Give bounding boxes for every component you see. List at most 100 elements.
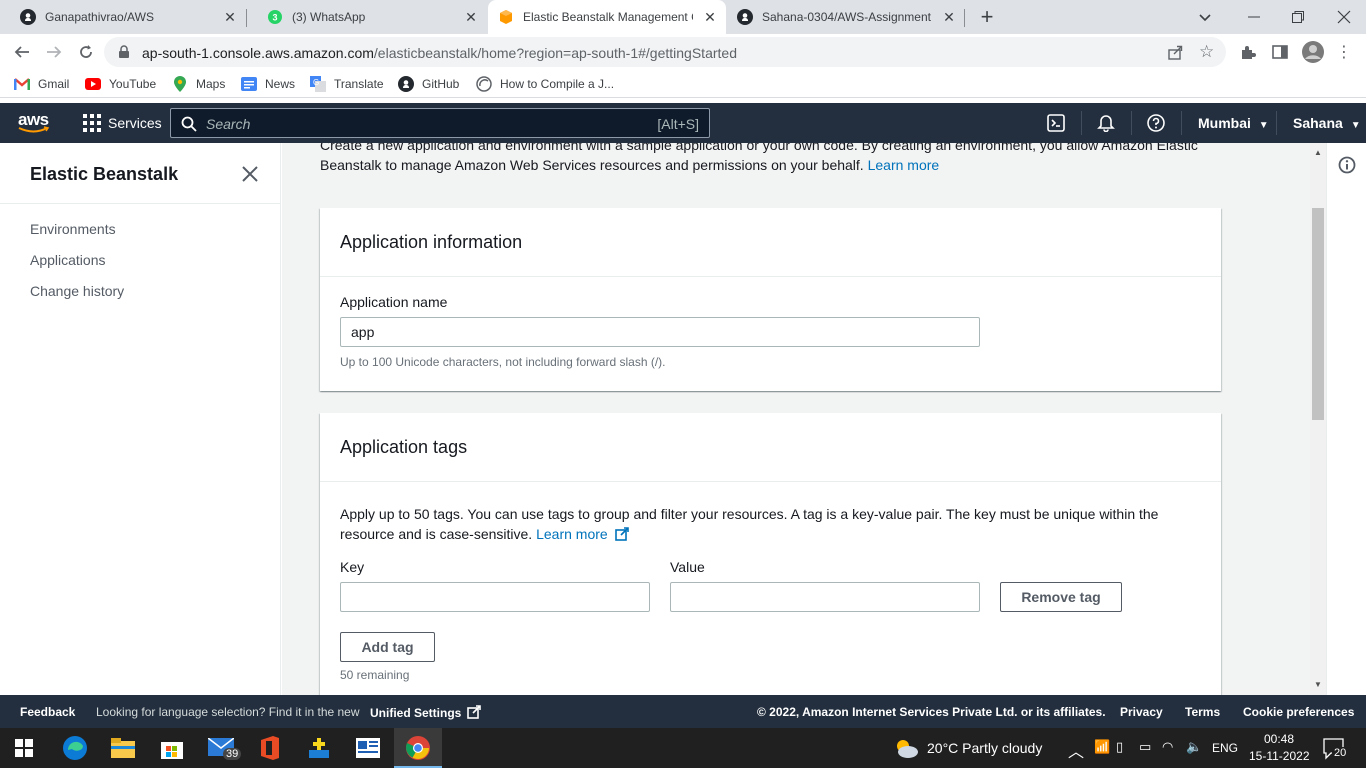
share-icon[interactable] bbox=[1167, 44, 1183, 60]
game-app-icon[interactable] bbox=[305, 734, 333, 762]
bookmark-star-icon[interactable]: ☆ bbox=[1199, 43, 1217, 61]
network-icon[interactable]: 📶 bbox=[1094, 739, 1110, 755]
aws-logo[interactable]: aws bbox=[18, 110, 50, 134]
windows-start-icon[interactable] bbox=[10, 734, 38, 762]
learn-more-link[interactable]: Learn more bbox=[536, 526, 608, 542]
extensions-icon[interactable] bbox=[1238, 42, 1258, 62]
remove-tag-button[interactable]: Remove tag bbox=[1000, 582, 1122, 612]
language-indicator[interactable]: ENG bbox=[1212, 741, 1238, 755]
bookmark-github[interactable]: GitHub bbox=[398, 76, 459, 92]
browser-tab-active[interactable]: Elastic Beanstalk Management C ✕ bbox=[488, 0, 726, 34]
new-tab-icon[interactable]: + bbox=[977, 6, 997, 28]
tag-key-input[interactable] bbox=[340, 582, 650, 612]
store-icon[interactable] bbox=[158, 734, 186, 762]
nav-divider bbox=[1081, 111, 1082, 135]
windows-taskbar: 39 20°C Partly cloudy ︿ 📶 ▯ ▭ ◠ 🔈 ENG 00… bbox=[0, 728, 1366, 768]
aws-search-input[interactable]: Search [Alt+S] bbox=[170, 108, 710, 138]
close-tab-icon[interactable]: ✕ bbox=[702, 9, 718, 25]
weather-text[interactable]: 20°C Partly cloudy bbox=[927, 740, 1042, 756]
taskbar-chrome-active[interactable] bbox=[394, 728, 442, 768]
url-bar[interactable]: ap-south-1.console.aws.amazon.com/elasti… bbox=[104, 37, 1226, 67]
address-bar-row: ap-south-1.console.aws.amazon.com/elasti… bbox=[0, 34, 1366, 70]
account-menu[interactable]: Sahana ▼ bbox=[1293, 115, 1361, 131]
volume-icon[interactable]: 🔈 bbox=[1186, 739, 1202, 755]
info-icon[interactable] bbox=[1338, 156, 1356, 174]
forward-icon[interactable] bbox=[44, 42, 64, 62]
whatsapp-badge: 3 bbox=[272, 13, 277, 23]
tab-title: Elastic Beanstalk Management C bbox=[523, 10, 693, 24]
sidebar-item-environments[interactable]: Environments bbox=[30, 221, 116, 237]
external-link-icon[interactable] bbox=[614, 526, 629, 541]
add-tag-button[interactable]: Add tag bbox=[340, 632, 435, 662]
browser-menu-icon[interactable]: ⋮ bbox=[1334, 42, 1354, 62]
scrollbar-thumb[interactable] bbox=[1312, 208, 1324, 420]
side-panel-icon[interactable] bbox=[1270, 42, 1290, 62]
bookmark-youtube[interactable]: YouTube bbox=[85, 76, 156, 92]
close-tab-icon[interactable]: ✕ bbox=[222, 9, 238, 25]
panel-title: Application information bbox=[340, 232, 523, 252]
file-explorer-icon[interactable] bbox=[109, 734, 137, 762]
privacy-link[interactable]: Privacy bbox=[1120, 705, 1163, 719]
help-icon[interactable] bbox=[1146, 113, 1166, 133]
office-icon[interactable] bbox=[256, 734, 284, 762]
side-navigation: Elastic Beanstalk Environments Applicati… bbox=[0, 143, 281, 695]
close-tab-icon[interactable]: ✕ bbox=[941, 9, 957, 25]
scroll-down-icon[interactable]: ▼ bbox=[1314, 680, 1322, 689]
unified-settings-link[interactable]: Unified Settings bbox=[370, 705, 481, 720]
bookmark-label: GitHub bbox=[422, 77, 460, 91]
battery-icon[interactable]: ▯ bbox=[1116, 739, 1123, 755]
notifications-icon[interactable]: 20 bbox=[1323, 738, 1349, 760]
edge-icon[interactable] bbox=[61, 734, 89, 762]
browser-tab[interactable]: 3 (3) WhatsApp ✕ bbox=[247, 0, 487, 34]
region-selector[interactable]: Mumbai ▼ bbox=[1198, 115, 1269, 131]
chevron-up-icon[interactable]: ︿ bbox=[1068, 738, 1084, 762]
wifi-icon[interactable]: ◠ bbox=[1162, 739, 1173, 755]
services-menu-button[interactable]: Services bbox=[83, 114, 162, 132]
back-icon[interactable] bbox=[12, 42, 32, 62]
bookmark-translate[interactable]: G Translate bbox=[310, 76, 384, 92]
bell-icon[interactable] bbox=[1096, 113, 1116, 133]
clock-date[interactable]: 15-11-2022 bbox=[1249, 749, 1310, 763]
tab-search-icon[interactable] bbox=[1196, 8, 1214, 26]
browser-tab[interactable]: Sahana-0304/AWS-Assignment ✕ bbox=[727, 0, 965, 34]
reload-icon[interactable] bbox=[76, 42, 96, 62]
notifications-badge: 20 bbox=[1332, 747, 1349, 759]
weather-icon[interactable] bbox=[893, 734, 919, 762]
learn-more-link[interactable]: Learn more bbox=[868, 157, 940, 173]
restore-icon[interactable] bbox=[1289, 8, 1307, 26]
display-icon[interactable]: ▭ bbox=[1139, 739, 1151, 755]
minimize-icon[interactable] bbox=[1245, 8, 1263, 26]
tag-value-input[interactable] bbox=[670, 582, 980, 612]
bookmark-gmail[interactable]: Gmail bbox=[14, 76, 69, 92]
clock-time[interactable]: 00:48 bbox=[1264, 732, 1294, 746]
mail-icon[interactable]: 39 bbox=[207, 734, 242, 762]
scroll-up-icon[interactable]: ▲ bbox=[1314, 148, 1322, 157]
terms-link[interactable]: Terms bbox=[1185, 705, 1220, 719]
bookmarks-bar: Gmail YouTube Maps News G Translate GitH… bbox=[0, 70, 1366, 98]
sidebar-title[interactable]: Elastic Beanstalk bbox=[30, 164, 178, 185]
key-label: Key bbox=[340, 559, 365, 575]
cloudshell-icon[interactable] bbox=[1046, 113, 1066, 133]
aws-top-nav: aws Services Search [Alt+S] Mumbai ▼ Sah… bbox=[0, 103, 1366, 143]
tags-description-text: resource and is case-sensitive. bbox=[340, 526, 533, 542]
sidebar-item-applications[interactable]: Applications bbox=[30, 252, 106, 268]
bookmark-news[interactable]: News bbox=[241, 76, 295, 92]
bookmark-label: YouTube bbox=[109, 77, 157, 91]
cookie-preferences-link[interactable]: Cookie preferences bbox=[1243, 705, 1354, 719]
lock-icon[interactable] bbox=[118, 45, 130, 59]
panel-header: Application tags bbox=[320, 413, 1221, 482]
copyright: © 2022, Amazon Internet Services Private… bbox=[757, 705, 1106, 719]
sidebar-item-change-history[interactable]: Change history bbox=[30, 283, 124, 299]
feedback-link[interactable]: Feedback bbox=[20, 705, 75, 719]
panel-title: Application tags bbox=[340, 437, 468, 457]
close-icon[interactable] bbox=[240, 164, 260, 184]
bookmark-compile[interactable]: How to Compile a J... bbox=[476, 76, 614, 92]
news-app-icon[interactable] bbox=[354, 734, 382, 762]
bookmark-maps[interactable]: Maps bbox=[172, 76, 225, 92]
bookmark-label: Gmail bbox=[38, 77, 70, 91]
close-tab-icon[interactable]: ✕ bbox=[463, 9, 479, 25]
browser-tab[interactable]: Ganapathivrao/AWS ✕ bbox=[0, 0, 246, 34]
application-name-input[interactable]: app bbox=[340, 317, 980, 347]
profile-avatar[interactable] bbox=[1302, 41, 1324, 63]
close-window-icon[interactable] bbox=[1335, 8, 1353, 26]
